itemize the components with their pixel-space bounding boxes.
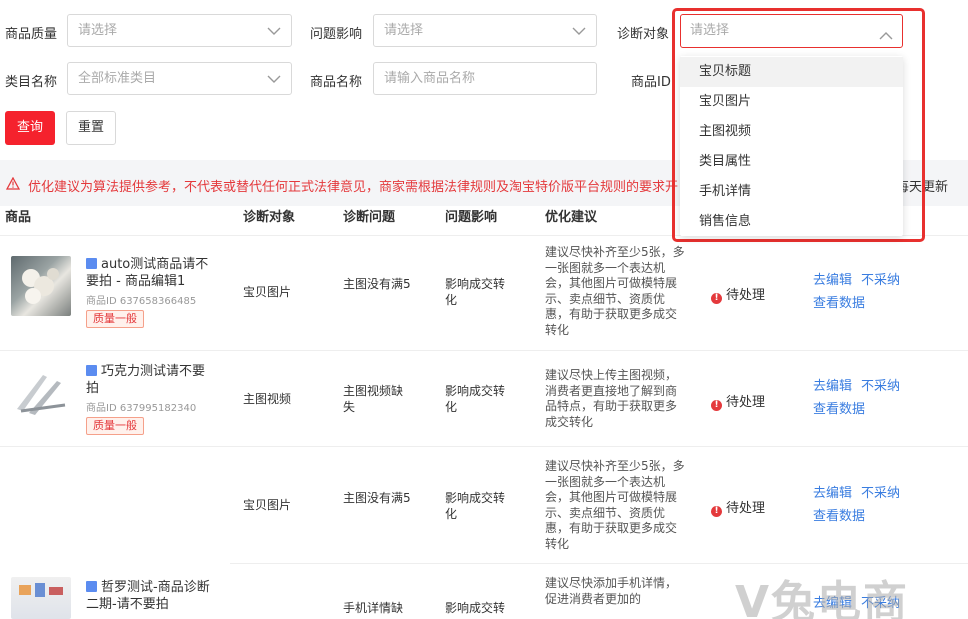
- dropdown-option[interactable]: 主图视频: [680, 117, 903, 147]
- impact-select[interactable]: 请选择: [373, 14, 597, 47]
- column-header-impact: 问题影响: [445, 210, 498, 225]
- quality-select[interactable]: 请选择: [67, 14, 292, 47]
- alert-icon: !: [711, 400, 722, 411]
- product-thumbnail[interactable]: [11, 256, 71, 316]
- dropdown-option[interactable]: 类目属性: [680, 147, 903, 177]
- quality-badge: 质量一般: [86, 417, 144, 435]
- column-header-target: 诊断对象: [243, 210, 296, 225]
- quality-placeholder: 请选择: [78, 23, 118, 38]
- image-icon: [86, 581, 97, 592]
- product-name-link[interactable]: 哲罗测试-商品诊断二期-请不要拍: [86, 579, 216, 613]
- row-status: ! 待处理: [711, 391, 765, 411]
- reject-link[interactable]: 不采纳: [861, 375, 900, 394]
- divider: [230, 563, 968, 564]
- quality-label: 商品质量: [5, 27, 58, 42]
- edit-link[interactable]: 去编辑: [813, 482, 852, 501]
- impact-placeholder: 请选择: [384, 23, 424, 38]
- view-data-link[interactable]: 查看数据: [813, 398, 865, 417]
- row-suggestion: 建议尽快添加手机详情，促进消费者更加的: [545, 576, 678, 606]
- divider: [0, 446, 968, 447]
- divider: [0, 350, 968, 351]
- product-thumbnail[interactable]: [11, 577, 71, 619]
- query-button[interactable]: 查询: [5, 111, 55, 145]
- product-id-label: 商品ID: [631, 75, 671, 90]
- category-label: 类目名称: [5, 75, 58, 90]
- column-header-suggest: 优化建议: [545, 210, 598, 225]
- row-target: 宝贝图片: [243, 285, 292, 299]
- dropdown-option[interactable]: 手机详情: [680, 177, 903, 207]
- target-dropdown-menu: 宝贝标题 宝贝图片 主图视频 类目属性 手机详情 销售信息: [680, 56, 903, 236]
- row-problem: 主图视频缺失: [343, 384, 404, 414]
- warning-icon: [5, 176, 21, 194]
- view-data-link[interactable]: 查看数据: [813, 292, 865, 311]
- category-select[interactable]: 全部标准类目: [67, 62, 292, 95]
- row-impact: 影响成交转化: [445, 277, 506, 307]
- dropdown-option[interactable]: 销售信息: [680, 207, 903, 237]
- image-icon: [86, 365, 97, 376]
- quality-badge: 质量一般: [86, 310, 144, 328]
- row-suggestion: 建议尽快补齐至少5张，多一张图就多一个表达机会，其他图片可做模特展示、卖点细节、…: [545, 245, 685, 337]
- product-name-link[interactable]: 巧克力测试请不要拍: [86, 363, 216, 397]
- reset-button[interactable]: 重置: [66, 111, 116, 145]
- row-target: 主图视频: [243, 392, 292, 406]
- row-status: ! 待处理: [711, 284, 765, 304]
- product-name-label: 商品名称: [310, 75, 363, 90]
- chevron-down-icon: [572, 24, 586, 38]
- reject-link[interactable]: 不采纳: [861, 269, 900, 288]
- target-placeholder: 请选择: [690, 23, 730, 38]
- row-problem: 主图没有满5: [343, 491, 411, 505]
- target-select[interactable]: 请选择: [680, 14, 903, 48]
- row-suggestion: 建议尽快补齐至少5张，多一张图就多一个表达机会，其他图片可做模特展示、卖点细节、…: [545, 459, 685, 551]
- column-header-problem: 诊断问题: [343, 210, 396, 225]
- chevron-up-icon: [879, 24, 893, 56]
- row-impact: 影响成交转: [445, 601, 506, 615]
- product-thumbnail[interactable]: [11, 365, 71, 425]
- dropdown-option[interactable]: 宝贝图片: [680, 87, 903, 117]
- edit-link[interactable]: 去编辑: [813, 375, 852, 394]
- product-name-link[interactable]: auto测试商品请不要拍 - 商品编辑1: [86, 256, 216, 290]
- row-suggestion: 建议尽快上传主图视频，消费者更直接地了解到商品特点，有助于获取更多成交转化: [545, 368, 678, 429]
- product-name-placeholder: 请输入商品名称: [384, 71, 476, 86]
- notice-text: 优化建议为算法提供参考，不代表或替代任何正式法律意见，商家需根据法律规则及淘宝特…: [28, 180, 679, 195]
- edit-link[interactable]: 去编辑: [813, 269, 852, 288]
- target-label: 诊断对象: [617, 27, 670, 42]
- row-status: ! 待处理: [711, 497, 765, 517]
- category-placeholder: 全部标准类目: [78, 71, 157, 86]
- chevron-down-icon: [267, 24, 281, 38]
- impact-label: 问题影响: [310, 27, 363, 42]
- row-problem: 主图没有满5: [343, 277, 411, 291]
- chevron-down-icon: [267, 72, 281, 86]
- product-name-input[interactable]: 请输入商品名称: [373, 62, 597, 95]
- watermark: V兔电商: [735, 577, 910, 619]
- alert-icon: !: [711, 293, 722, 304]
- dropdown-option[interactable]: 宝贝标题: [680, 57, 903, 87]
- row-problem: 手机详情缺: [343, 601, 404, 615]
- row-target: 宝贝图片: [243, 498, 292, 512]
- row-impact: 影响成交转化: [445, 384, 506, 414]
- product-id: 商品ID 637658366485: [86, 296, 197, 307]
- row-impact: 影响成交转化: [445, 491, 506, 521]
- view-data-link[interactable]: 查看数据: [813, 505, 865, 524]
- image-icon: [86, 258, 97, 269]
- alert-icon: !: [711, 506, 722, 517]
- column-header-product: 商品: [5, 210, 32, 225]
- product-id: 商品ID 637995182340: [86, 403, 197, 414]
- reject-link[interactable]: 不采纳: [861, 482, 900, 501]
